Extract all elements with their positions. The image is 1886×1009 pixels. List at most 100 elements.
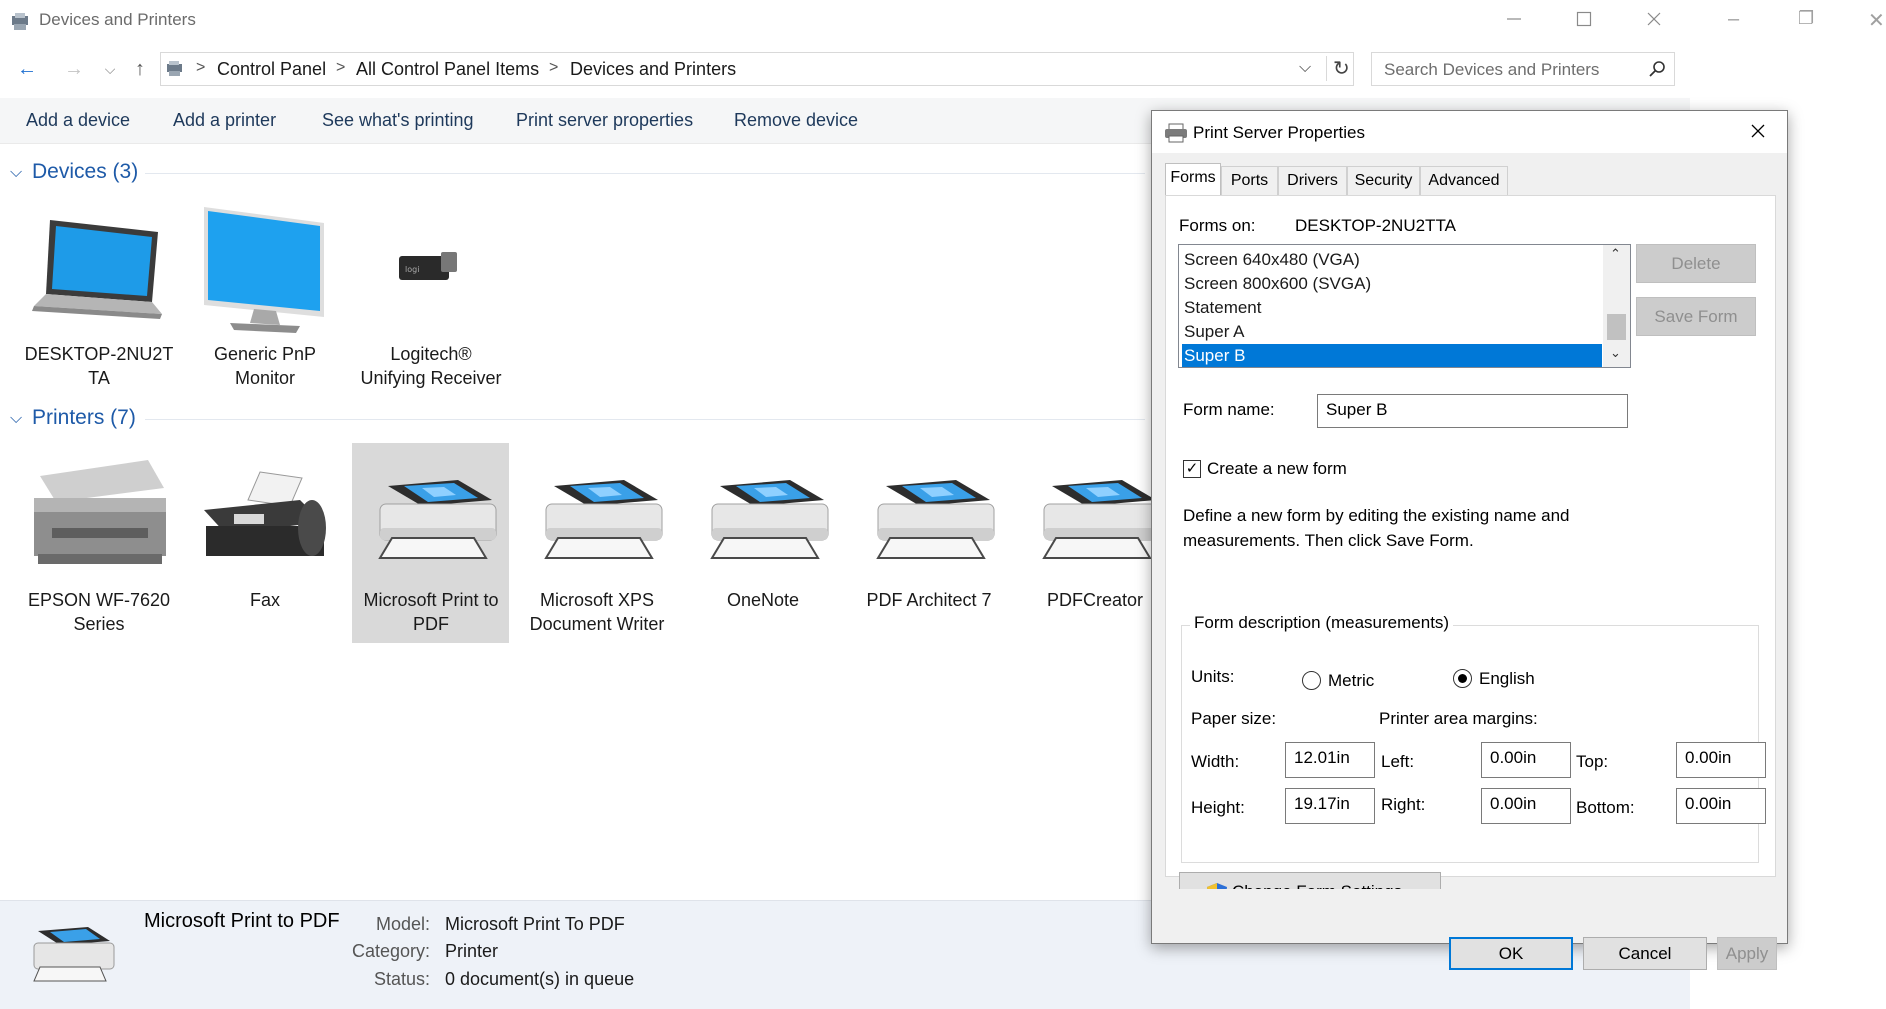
address-dropdown-icon[interactable]: ⌵ <box>1299 59 1311 77</box>
printer-icon[interactable] <box>872 478 1000 564</box>
list-item[interactable]: Statement <box>1182 296 1602 320</box>
create-new-form-label[interactable]: Create a new form <box>1207 459 1347 479</box>
printer-icon[interactable] <box>540 478 668 564</box>
tab-forms[interactable]: Forms <box>1165 163 1221 195</box>
tab-advanced[interactable]: Advanced <box>1420 166 1508 195</box>
printer-icon <box>33 927 115 982</box>
printer-label-line1: Microsoft XPS <box>539 590 655 610</box>
minimize-icon[interactable]: – <box>1728 8 1739 31</box>
laptop-icon[interactable] <box>32 218 164 324</box>
model-key: Model: <box>375 914 430 934</box>
width-field[interactable]: 12.01in <box>1285 742 1375 778</box>
list-item-selected[interactable]: Super B <box>1182 344 1602 367</box>
scroll-down-icon[interactable]: ⌄ <box>1610 345 1621 361</box>
devices-group-header[interactable]: Devices (3) <box>32 160 138 184</box>
tab-ports[interactable]: Ports <box>1221 166 1278 195</box>
form-description-group <box>1181 625 1759 863</box>
list-item[interactable]: Screen 800x600 (SVGA) <box>1182 272 1602 296</box>
metric-label[interactable]: Metric <box>1328 671 1374 691</box>
minimize-icon <box>1507 18 1521 20</box>
dialog-button-strip <box>1152 889 1787 943</box>
cancel-button[interactable]: Cancel <box>1583 937 1707 970</box>
left-margin-field[interactable]: 0.00in <box>1481 742 1571 778</box>
device-label[interactable]: DESKTOP-2NU2T TA <box>14 342 184 390</box>
printer-label-line1: Fax <box>249 590 280 610</box>
printer-label[interactable]: OneNote <box>678 588 848 612</box>
recent-locations-button[interactable]: ⌵ <box>96 55 124 83</box>
close-icon[interactable]: ✕ <box>1868 8 1885 33</box>
refresh-icon[interactable]: ↻ <box>1326 56 1350 81</box>
collapse-devices-icon[interactable]: ⌵ <box>10 164 22 182</box>
device-label[interactable]: Logitech® Unifying Receiver <box>346 342 516 390</box>
delete-button[interactable]: Delete <box>1636 244 1756 283</box>
printer-label[interactable]: EPSON WF-7620 Series <box>14 588 184 636</box>
add-device-button[interactable]: Add a device <box>26 110 130 131</box>
device-label-line1: DESKTOP-2NU2T <box>24 344 174 364</box>
help-text-line1: Define a new form by editing the existin… <box>1183 506 1570 525</box>
window-title: Devices and Printers <box>39 10 196 29</box>
scrollbar-thumb[interactable] <box>1607 314 1626 340</box>
dialog-close-button[interactable] <box>1740 117 1776 147</box>
control-panel-icon <box>167 61 182 76</box>
forward-button[interactable]: → <box>60 55 88 83</box>
fax-icon[interactable] <box>200 470 328 562</box>
collapse-printers-icon[interactable]: ⌵ <box>10 410 22 428</box>
scroll-up-icon[interactable]: ⌃ <box>1610 246 1621 262</box>
printer-label-line2: Series <box>73 614 125 634</box>
device-label[interactable]: Generic PnP Monitor <box>180 342 350 390</box>
remove-device-button[interactable]: Remove device <box>734 110 858 131</box>
printer-icon <box>1165 123 1187 143</box>
tab-drivers[interactable]: Drivers <box>1278 166 1347 195</box>
monitor-icon[interactable] <box>200 205 326 335</box>
create-new-form-checkbox[interactable]: ✓ <box>1183 460 1201 478</box>
maximize-button[interactable] <box>1564 6 1604 36</box>
printers-group-header[interactable]: Printers (7) <box>32 406 136 430</box>
back-button[interactable]: ← <box>13 55 41 83</box>
search-box[interactable]: Search Devices and Printers <box>1371 52 1675 86</box>
printer-label-line2: PDF <box>413 614 449 634</box>
restore-icon[interactable]: ❐ <box>1798 8 1814 29</box>
printer-label[interactable]: PDF Architect 7 <box>844 588 1014 612</box>
list-item[interactable]: Super A <box>1182 320 1602 344</box>
ok-button[interactable]: OK <box>1449 937 1573 970</box>
minimize-button[interactable] <box>1494 6 1534 36</box>
devices-printers-app-icon <box>12 13 28 30</box>
print-server-properties-button[interactable]: Print server properties <box>516 110 693 131</box>
breadcrumb-devices-printers[interactable]: Devices and Printers <box>570 59 736 80</box>
height-field[interactable]: 19.17in <box>1285 788 1375 824</box>
apply-button[interactable]: Apply <box>1717 937 1777 970</box>
top-margin-field[interactable]: 0.00in <box>1676 742 1766 778</box>
forms-list-scrollbar[interactable]: ⌃ ⌄ <box>1603 245 1630 367</box>
usb-receiver-icon[interactable]: logi <box>397 248 459 286</box>
printer-icon[interactable] <box>706 478 834 564</box>
form-name-field[interactable]: Super B <box>1317 394 1628 428</box>
see-whats-printing-button[interactable]: See what's printing <box>322 110 474 131</box>
up-button[interactable]: ↑ <box>126 55 154 83</box>
tab-security[interactable]: Security <box>1347 166 1420 195</box>
add-printer-button[interactable]: Add a printer <box>173 110 276 131</box>
print-server-properties-dialog: Print Server Properties Forms Ports Driv… <box>1151 110 1788 970</box>
list-item[interactable]: Screen 640x480 (VGA) <box>1182 248 1602 272</box>
close-button[interactable] <box>1634 6 1674 36</box>
multifunction-printer-icon[interactable] <box>28 458 170 568</box>
device-label-line1: Logitech® <box>390 344 472 364</box>
forms-list[interactable]: Screen 640x480 (VGA) Screen 800x600 (SVG… <box>1178 244 1631 368</box>
back-arrow-icon: ← <box>17 58 37 80</box>
english-label[interactable]: English <box>1479 669 1535 689</box>
address-bar[interactable]: > Control Panel > All Control Panel Item… <box>160 52 1354 86</box>
printer-icon[interactable] <box>1038 478 1166 564</box>
breadcrumb-all-items[interactable]: All Control Panel Items <box>356 59 539 80</box>
width-label: Width: <box>1191 752 1240 771</box>
printer-area-margins-label: Printer area margins: <box>1379 709 1538 728</box>
printer-label[interactable]: Microsoft XPS Document Writer <box>512 588 682 636</box>
breadcrumb-control-panel[interactable]: Control Panel <box>217 59 326 80</box>
dialog-title: Print Server Properties <box>1193 123 1365 142</box>
english-radio[interactable] <box>1453 669 1472 688</box>
right-margin-field[interactable]: 0.00in <box>1481 788 1571 824</box>
printer-icon[interactable] <box>374 478 502 564</box>
save-form-button[interactable]: Save Form <box>1636 297 1756 336</box>
printer-label[interactable]: Microsoft Print to PDF <box>346 588 516 636</box>
bottom-margin-field[interactable]: 0.00in <box>1676 788 1766 824</box>
metric-radio[interactable] <box>1302 671 1321 690</box>
printer-label[interactable]: Fax <box>180 588 350 612</box>
